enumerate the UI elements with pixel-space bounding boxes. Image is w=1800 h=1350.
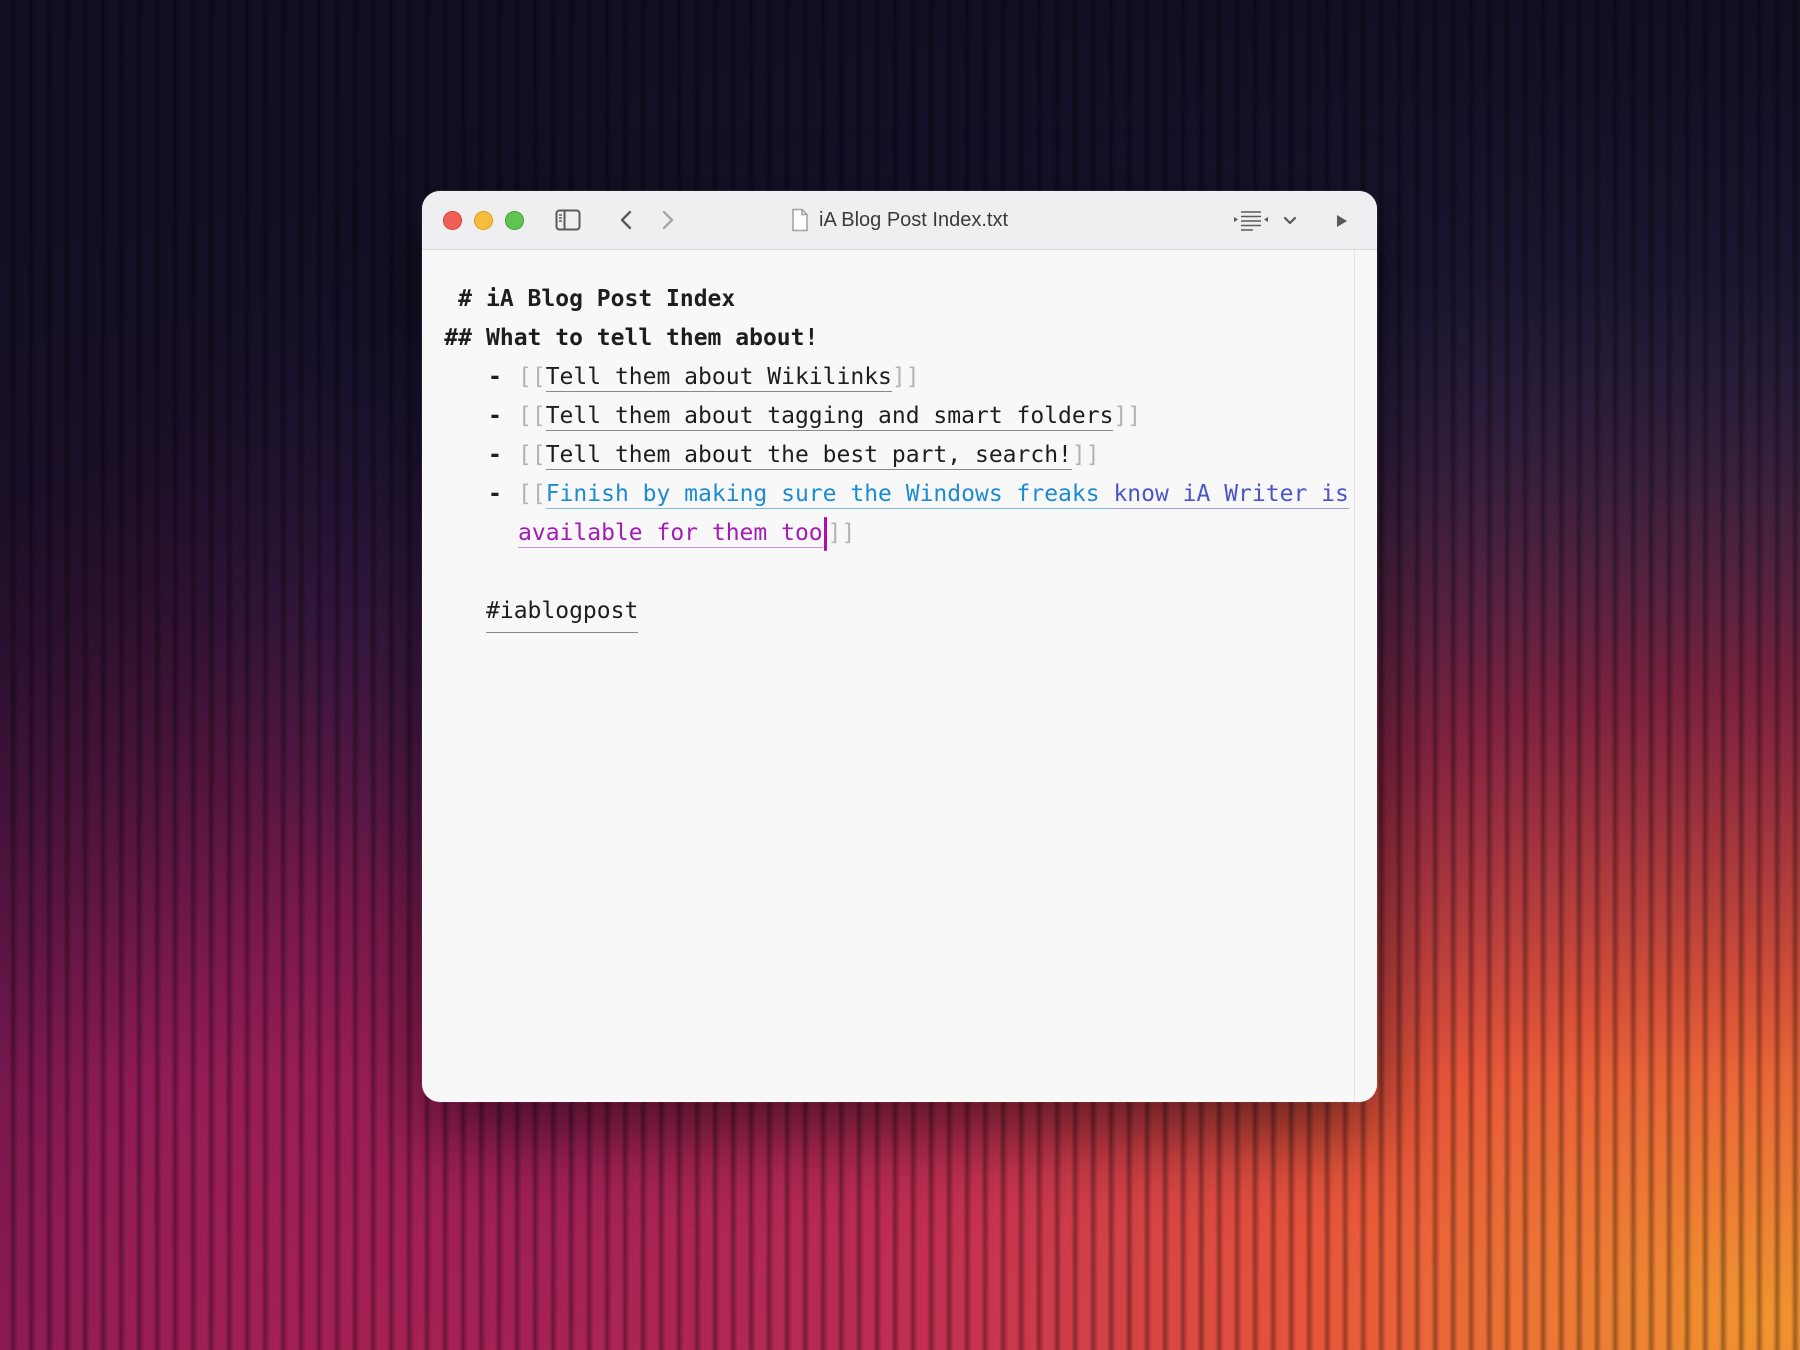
list-item: - [[Tell them about Wikilinks]] [422, 358, 1354, 397]
outline-button[interactable] [1232, 207, 1270, 233]
list-marker: - [488, 442, 502, 468]
outline-menu-button[interactable] [1280, 209, 1300, 233]
wikilink[interactable]: Tell them about tagging and smart folder… [545, 403, 1114, 431]
wikilink-active[interactable]: know iA Writer is [1113, 481, 1349, 509]
hashtag[interactable]: #iablogpost [486, 592, 639, 633]
editor-window: iA Blog Post Index.txt # iA Blog Post In… [422, 191, 1377, 1102]
wikilink[interactable]: Tell them about Wikilinks [545, 364, 892, 392]
text-editor[interactable]: # iA Blog Post Index ## What to tell the… [422, 250, 1354, 1102]
wikilink-active[interactable]: Finish by making sure the Windows freaks [545, 481, 1114, 509]
scrollbar-track[interactable] [1354, 250, 1377, 1102]
wikilink-close-bracket: ]] [1071, 442, 1100, 468]
list-item: - [[Tell them about tagging and smart fo… [422, 397, 1354, 436]
chevron-down-icon [1283, 216, 1297, 225]
wikilink-close-bracket: ]] [1113, 403, 1142, 429]
wikilink-active[interactable]: available for them too [518, 520, 823, 548]
wikilink[interactable]: Tell them about the best part, search! [545, 442, 1072, 470]
play-icon [1337, 215, 1347, 227]
preview-button[interactable] [1332, 209, 1352, 233]
outline-icon [1234, 211, 1268, 231]
list-item: - [[Finish by making sure the Windows fr… [422, 475, 1354, 514]
heading-marker: ## [444, 325, 472, 351]
text-cursor [823, 516, 827, 551]
list-marker: - [488, 403, 502, 429]
wikilink-close-bracket: ]] [891, 364, 920, 390]
wikilink-open-bracket: [[ [518, 364, 546, 390]
list-item: - [[Tell them about the best part, searc… [422, 436, 1354, 475]
window-title-text: iA Blog Post Index.txt [819, 208, 1008, 231]
list-marker: - [488, 481, 502, 507]
heading-2-line: ## What to tell them about! [422, 319, 1354, 358]
heading-1-text: iA Blog Post Index [486, 286, 736, 312]
list-item-continuation: available for them too]] [422, 514, 1354, 553]
wikilink-open-bracket: [[ [518, 481, 546, 507]
title-bar: iA Blog Post Index.txt [422, 191, 1377, 250]
heading-marker: # [458, 286, 472, 312]
wikilink-open-bracket: [[ [518, 403, 546, 429]
wikilink-close-bracket: ]] [827, 520, 856, 546]
document-icon [792, 208, 808, 232]
heading-1-line: # iA Blog Post Index [422, 280, 1354, 319]
list-marker: - [488, 364, 502, 390]
heading-2-text: What to tell them about! [486, 325, 819, 351]
tag-line: #iablogpost [422, 592, 1354, 633]
wikilink-open-bracket: [[ [518, 442, 546, 468]
